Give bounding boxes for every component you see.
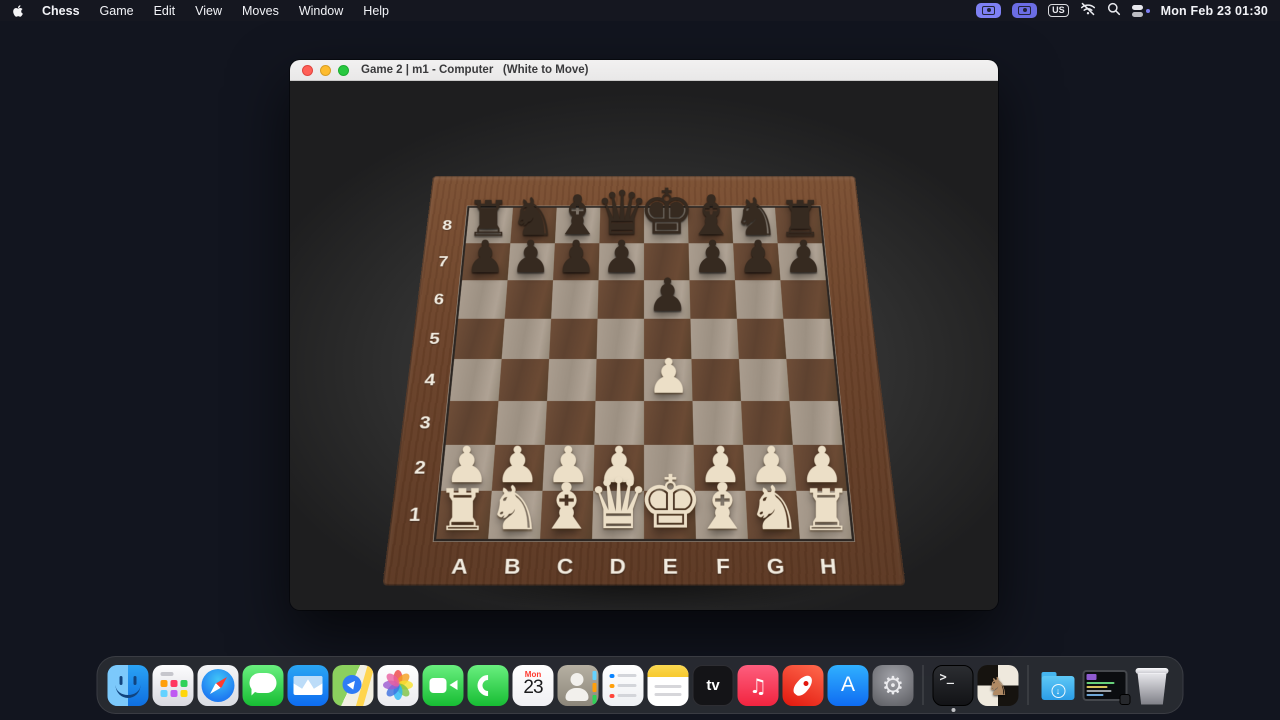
dock-icon-photos[interactable]: [378, 665, 419, 706]
dock-icon-downloads[interactable]: ↓: [1038, 665, 1079, 706]
black-pawn-glyph: ♟: [738, 235, 778, 280]
dock-icon-maps[interactable]: [333, 665, 374, 706]
menu-item-help[interactable]: Help: [363, 4, 389, 18]
display-person-icon: [982, 6, 995, 15]
chess-board[interactable]: 87654321 ABCDEFGH ♜♞♝♛♚♝♞♜♟♟♟♟♟♟♟♟♟♟♟♟♟♟…: [383, 176, 906, 585]
menu-item-edit[interactable]: Edit: [154, 4, 176, 18]
white-knight-glyph: ♞: [487, 478, 541, 539]
control-center-icon[interactable]: [1132, 5, 1150, 17]
keyboard-input-badge[interactable]: US: [1048, 4, 1069, 17]
dock-icon-finder[interactable]: [108, 665, 149, 706]
dock-icon-calendar[interactable]: Mon23: [513, 665, 554, 706]
dock-icon-settings[interactable]: ⚙: [873, 665, 914, 706]
dock-icon-chessapp[interactable]: ♞: [978, 665, 1019, 706]
menu-app-name[interactable]: Chess: [42, 4, 80, 18]
status-dot: [1146, 9, 1150, 13]
close-button[interactable]: [302, 65, 313, 76]
dock-icon-minwindow[interactable]: [1083, 670, 1128, 701]
menu-item-game[interactable]: Game: [100, 4, 134, 18]
dock-icon-launchpad[interactable]: [153, 665, 194, 706]
rank-label-5: 5: [412, 329, 457, 348]
dock-icon-safari[interactable]: [198, 665, 239, 706]
menu-item-window[interactable]: Window: [299, 4, 343, 18]
wifi-off-icon[interactable]: [1080, 2, 1096, 19]
menu-items: Game Edit View Moves Window Help: [100, 4, 389, 18]
black-pawn-glyph: ♟: [601, 235, 641, 280]
dock-icon-notes[interactable]: [648, 665, 689, 706]
black-pawn-glyph: ♟: [692, 235, 732, 280]
white-king-glyph: ♚: [637, 466, 703, 540]
screen-mirroring-button-1[interactable]: [976, 3, 1001, 18]
dock-icon-appletv[interactable]: tv: [693, 665, 734, 706]
white-rook-glyph: ♜: [436, 481, 488, 539]
dock-icon-facetime[interactable]: [423, 665, 464, 706]
window-title: Game 2 | m1 - Computer (White to Move): [361, 64, 589, 76]
dock-icon-appstore[interactable]: A: [828, 665, 869, 706]
black-pawn-glyph: ♟: [783, 235, 823, 280]
white-rook-glyph: ♜: [800, 481, 852, 539]
dock-icon-games[interactable]: [783, 665, 824, 706]
menu-bar-clock[interactable]: Mon Feb 23 01:30: [1161, 4, 1268, 18]
white-knight-glyph: ♞: [747, 478, 801, 539]
screen-mirroring-button-2[interactable]: [1012, 3, 1037, 18]
board-pieces: ♜♞♝♛♚♝♞♜♟♟♟♟♟♟♟♟♟♟♟♟♟♟♟♟♜♞♝♛♚♝♞♜: [383, 176, 906, 585]
window-title-bar[interactable]: Game 2 | m1 - Computer (White to Move): [290, 60, 998, 81]
dock-divider: [923, 665, 924, 705]
chess-window: Game 2 | m1 - Computer (White to Move) 8…: [290, 60, 998, 610]
black-pawn-glyph: ♟: [647, 273, 688, 319]
black-pawn-glyph: ♟: [465, 235, 505, 280]
minimize-button[interactable]: [320, 65, 331, 76]
apple-menu-icon[interactable]: [12, 4, 24, 18]
dock-icon-music[interactable]: ♫: [738, 665, 779, 706]
rank-label-7: 7: [421, 253, 465, 271]
dock-icon-trash[interactable]: [1132, 665, 1173, 706]
menu-item-view[interactable]: View: [195, 4, 222, 18]
dock-icon-terminal[interactable]: >_: [933, 665, 974, 706]
white-pawn-glyph: ♟: [647, 353, 690, 401]
dock-icon-phone[interactable]: [468, 665, 509, 706]
spotlight-search-icon[interactable]: [1107, 2, 1121, 19]
black-king-glyph: ♚: [638, 181, 695, 244]
menu-bar: Chess Game Edit View Moves Window Help US Mon…: [0, 0, 1280, 21]
dock-icon-reminders[interactable]: [603, 665, 644, 706]
zoom-button[interactable]: [338, 65, 349, 76]
dock-divider: [1028, 665, 1029, 705]
menu-item-moves[interactable]: Moves: [242, 4, 279, 18]
chess-board-area: 87654321 ABCDEFGH ♜♞♝♛♚♝♞♜♟♟♟♟♟♟♟♟♟♟♟♟♟♟…: [290, 81, 998, 610]
black-pawn-glyph: ♟: [510, 235, 550, 280]
dock: Mon23 tv♫ A⚙ >_♞ ↓: [97, 656, 1184, 714]
dock-icon-messages[interactable]: [243, 665, 284, 706]
dock-icon-contacts[interactable]: [558, 665, 599, 706]
black-pawn-glyph: ♟: [556, 235, 596, 280]
rank-label-8: 8: [426, 217, 469, 234]
rank-label-6: 6: [417, 290, 461, 308]
dock-icon-mail[interactable]: [288, 665, 329, 706]
display-person-icon: [1018, 6, 1031, 15]
